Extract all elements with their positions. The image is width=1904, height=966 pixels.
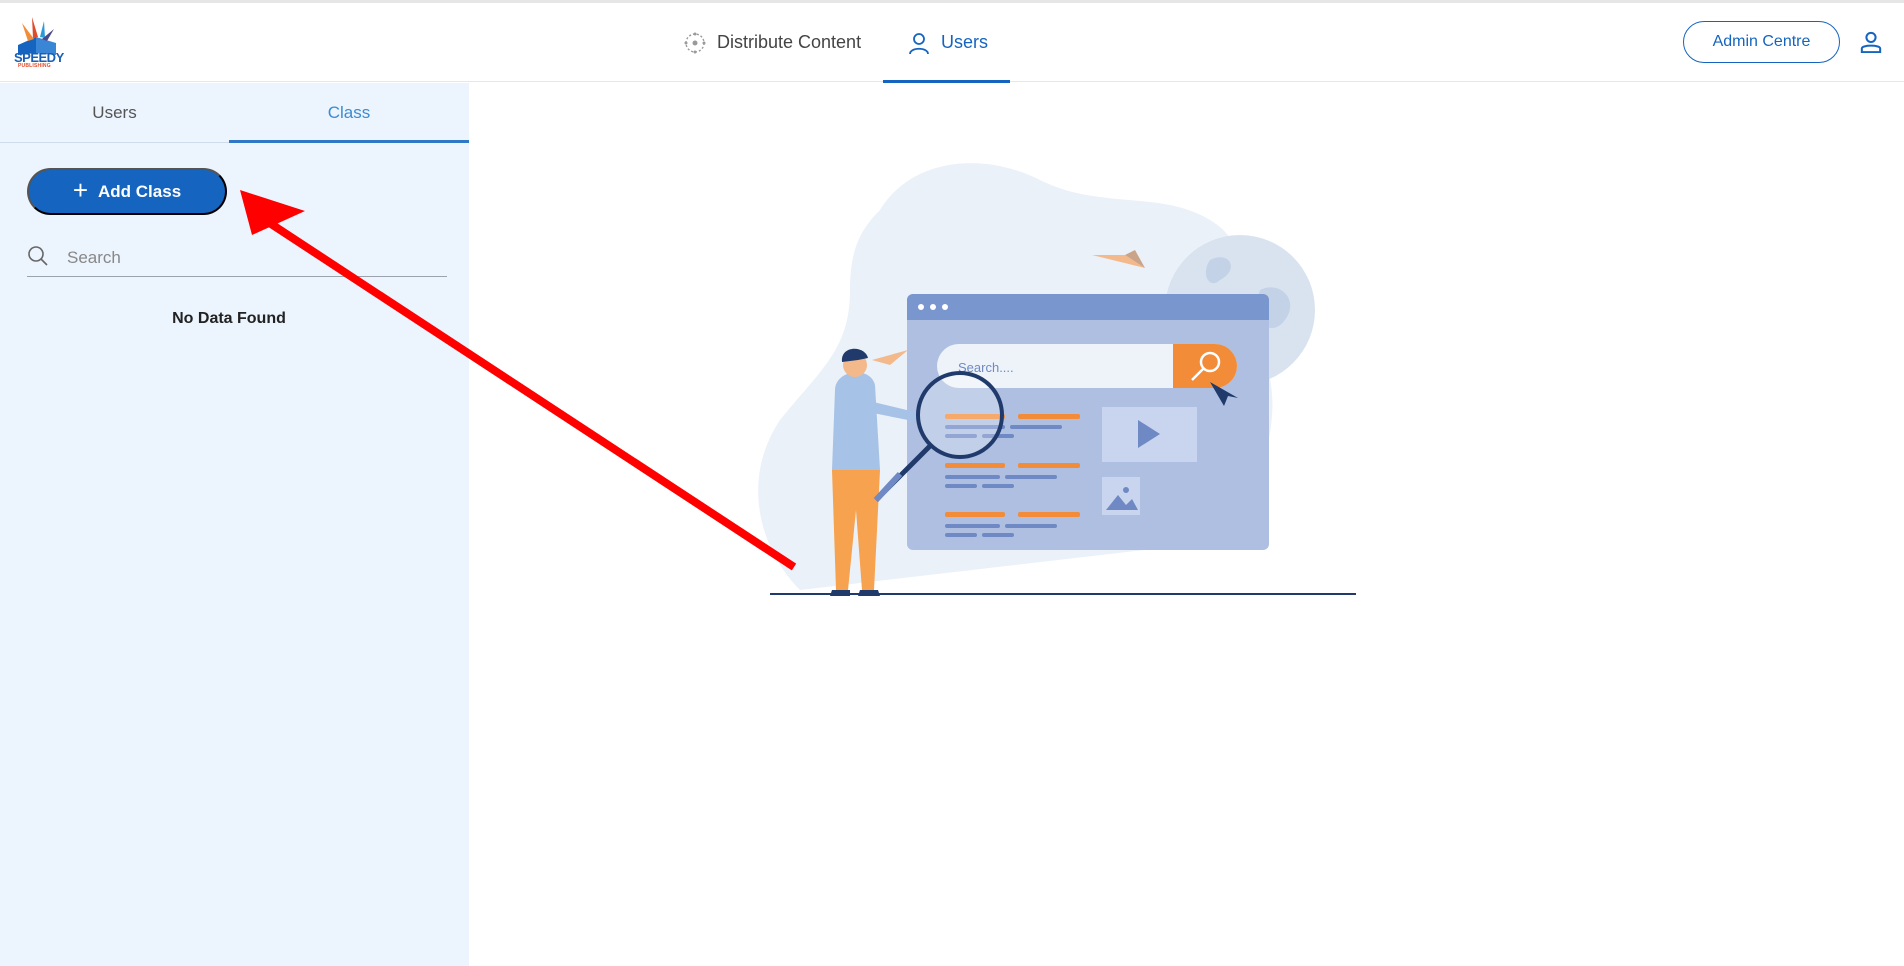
app-logo[interactable]: SPEEDY PUBLISHING — [12, 15, 68, 73]
top-header: SPEEDY PUBLISHING Distribute Content Use… — [0, 3, 1904, 83]
add-class-button[interactable]: + Add Class — [27, 168, 227, 215]
search-icon — [28, 246, 48, 266]
plus-icon: + — [72, 175, 89, 205]
empty-state-message: No Data Found — [172, 310, 286, 327]
admin-centre-button[interactable]: Admin Centre — [1683, 21, 1840, 63]
sidebar: Users Class + Add Class No Data Found — [0, 83, 469, 966]
nav-distribute-label: Distribute Content — [717, 32, 862, 52]
nav-users-label: Users — [940, 32, 988, 52]
add-class-label: Add Class — [98, 181, 182, 201]
sidebar-tabs: Users Class — [0, 83, 469, 143]
active-tab-indicator — [229, 140, 469, 143]
distribute-icon — [684, 32, 706, 53]
tab-class[interactable]: Class — [229, 83, 469, 143]
search-box — [27, 241, 447, 277]
nav-distribute-content[interactable]: Distribute Content — [683, 3, 861, 82]
account-icon[interactable] — [1860, 31, 1882, 53]
empty-state-illustration: Search.... — [758, 163, 1356, 596]
search-input[interactable] — [67, 243, 437, 273]
active-nav-indicator — [883, 80, 1010, 83]
tab-users[interactable]: Users — [0, 83, 229, 143]
logo-subtext: PUBLISHING — [18, 63, 51, 69]
book-logo-icon — [18, 17, 56, 55]
user-icon — [909, 32, 929, 54]
nav-users[interactable]: Users — [883, 3, 1010, 82]
